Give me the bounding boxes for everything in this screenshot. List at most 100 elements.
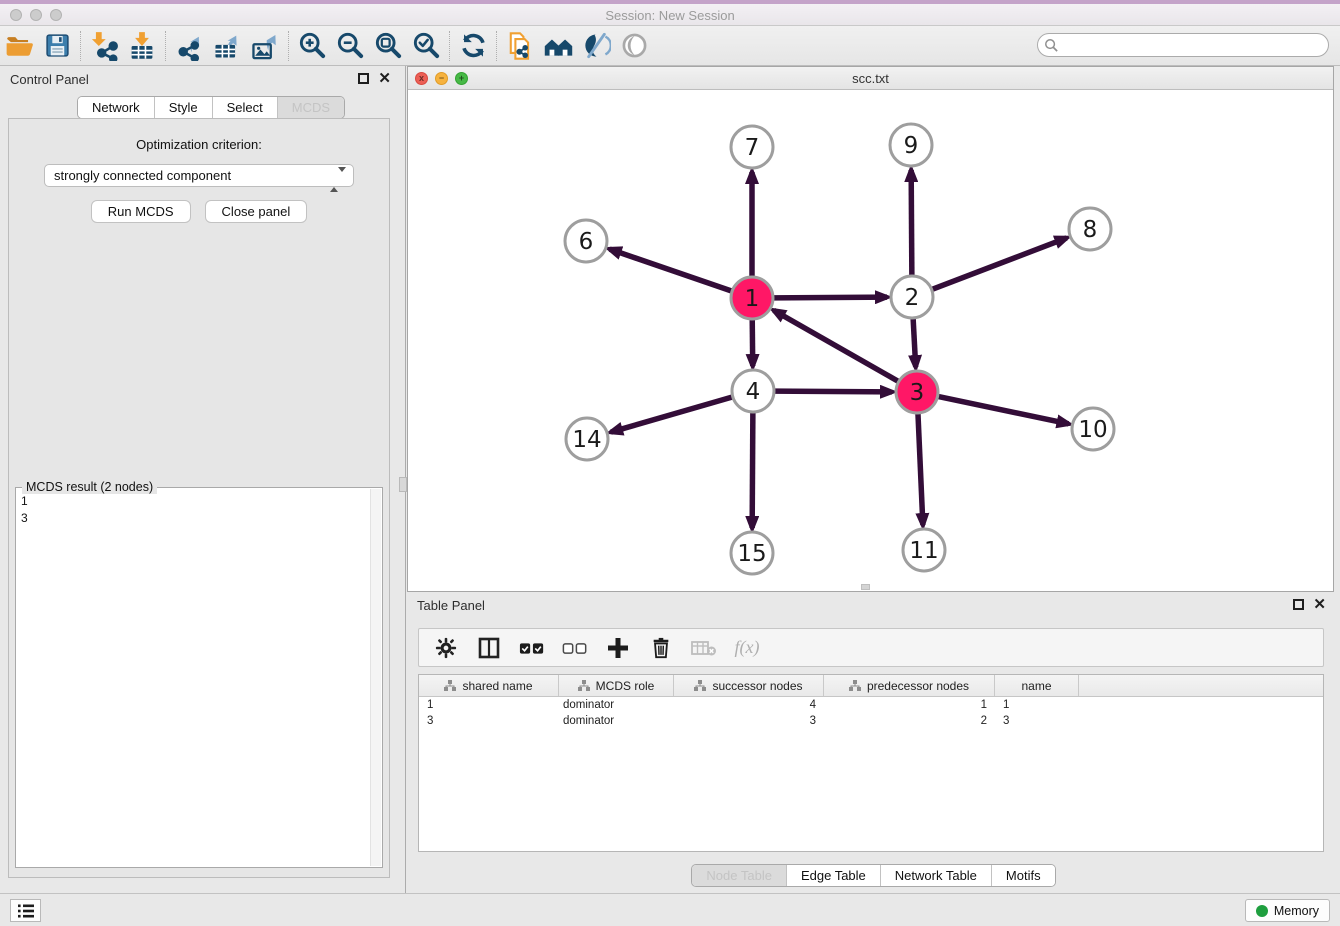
graph-edge-1-2[interactable] — [774, 297, 887, 298]
cell-mcds-role: dominator — [559, 715, 674, 727]
zoom-out-button[interactable] — [331, 29, 369, 63]
zoom-out-icon — [336, 31, 365, 60]
close-panel-icon[interactable]: ✕ — [378, 73, 391, 84]
float-panel-icon[interactable] — [358, 73, 369, 84]
attribute-icon — [694, 680, 706, 692]
main-toolbar — [0, 26, 1340, 66]
deselect-all-button[interactable] — [558, 633, 592, 663]
graph-edge-3-1[interactable] — [774, 310, 898, 381]
close-table-panel-icon[interactable]: ✕ — [1313, 599, 1326, 610]
clone-network-button[interactable] — [501, 29, 539, 63]
add-column-button[interactable] — [601, 633, 635, 663]
mcds-result-text[interactable]: 1 3 — [18, 490, 369, 865]
search-field[interactable] — [1037, 33, 1329, 57]
table-row[interactable]: 3 dominator 3 2 3 — [419, 713, 1323, 729]
tab-node-table[interactable]: Node Table — [692, 865, 786, 886]
network-overview-button[interactable] — [539, 29, 577, 63]
canvas-hscroll-thumb[interactable] — [861, 584, 870, 590]
graph-edge-3-11[interactable] — [918, 414, 923, 525]
titlebar: Session: New Session — [0, 0, 1340, 26]
zoom-fit-button[interactable] — [369, 29, 407, 63]
show-hide-button[interactable] — [615, 29, 653, 63]
graph-edge-2-8[interactable] — [933, 238, 1067, 289]
tab-motifs[interactable]: Motifs — [991, 865, 1055, 886]
fx-icon: f(x) — [735, 637, 760, 658]
column-header[interactable]: predecessor nodes — [824, 675, 995, 696]
network-graph: 7968124314101511 — [408, 91, 1333, 591]
toolbar-divider — [165, 31, 166, 61]
network-canvas[interactable]: 7968124314101511 — [408, 91, 1333, 591]
tab-network-table[interactable]: Network Table — [880, 865, 991, 886]
attribute-icon — [849, 680, 861, 692]
network-window-titlebar[interactable]: x − + scc.txt — [408, 67, 1333, 90]
criterion-select[interactable]: strongly connected component — [44, 164, 354, 187]
tab-style[interactable]: Style — [154, 97, 212, 118]
save-session-button[interactable] — [38, 29, 76, 63]
control-panel: Control Panel ✕ Network Style Select MCD… — [0, 66, 406, 893]
import-network-button[interactable] — [85, 29, 123, 63]
column-header[interactable]: shared name — [419, 675, 559, 696]
column-header[interactable]: successor nodes — [674, 675, 824, 696]
result-scrollbar[interactable] — [370, 489, 381, 866]
graph-edge-3-10[interactable] — [939, 397, 1069, 424]
close-panel-button[interactable]: Close panel — [205, 200, 308, 223]
import-table-button[interactable] — [123, 29, 161, 63]
mcds-result-box: MCDS result (2 nodes) 1 3 — [15, 487, 383, 868]
delete-table-icon — [691, 635, 717, 661]
tab-network[interactable]: Network — [78, 97, 154, 118]
memory-button[interactable]: Memory — [1245, 899, 1330, 922]
select-all-button[interactable] — [515, 633, 549, 663]
table-settings-button[interactable] — [429, 633, 463, 663]
graph-edge-4-15[interactable] — [752, 413, 753, 528]
table-toolbar: f(x) — [418, 628, 1324, 667]
checked-boxes-icon — [519, 635, 545, 661]
style-visibility-button[interactable] — [577, 29, 615, 63]
apply-layout-button[interactable] — [454, 29, 492, 63]
show-columns-button[interactable] — [472, 633, 506, 663]
table-panel: Table Panel ✕ — [407, 592, 1340, 893]
mcds-panel: Optimization criterion: strongly connect… — [8, 118, 390, 878]
zoom-in-button[interactable] — [293, 29, 331, 63]
graph-edge-1-6[interactable] — [610, 249, 732, 291]
show-panels-button[interactable] — [10, 899, 41, 922]
export-network-button[interactable] — [170, 29, 208, 63]
export-table-button[interactable] — [208, 29, 246, 63]
node-table[interactable]: shared name MCDS role successor nodes pr… — [418, 674, 1324, 852]
plus-icon — [607, 637, 629, 659]
graph-node-label: 1 — [745, 286, 760, 312]
tab-mcds[interactable]: MCDS — [277, 97, 344, 118]
graph-edge-2-9[interactable] — [911, 170, 912, 275]
export-table-icon — [212, 31, 242, 61]
eye-icon — [620, 31, 649, 60]
graph-edge-4-3[interactable] — [775, 391, 892, 392]
columns-icon — [477, 636, 501, 660]
optimization-criterion-label: Optimization criterion: — [9, 137, 389, 152]
graph-node-label: 7 — [745, 135, 760, 161]
graph-edge-2-3[interactable] — [913, 319, 916, 367]
save-icon — [44, 32, 71, 59]
tab-select[interactable]: Select — [212, 97, 277, 118]
panel-splitter-handle[interactable] — [399, 477, 407, 492]
homes-icon — [543, 30, 574, 61]
delete-column-button[interactable] — [644, 633, 678, 663]
graph-node-label: 2 — [905, 285, 920, 311]
delete-table-button[interactable] — [687, 633, 721, 663]
graph-edge-4-14[interactable] — [611, 397, 732, 432]
table-row[interactable]: 1 dominator 4 1 1 — [419, 697, 1323, 713]
run-mcds-button[interactable]: Run MCDS — [91, 200, 191, 223]
zoom-selected-button[interactable] — [407, 29, 445, 63]
float-table-panel-icon[interactable] — [1293, 599, 1304, 610]
function-builder-button[interactable]: f(x) — [730, 633, 764, 663]
table-panel-title: Table Panel — [417, 598, 485, 613]
open-session-button[interactable] — [0, 29, 38, 63]
search-input[interactable] — [1059, 36, 1328, 54]
graph-node-label: 15 — [737, 541, 766, 567]
export-image-button[interactable] — [246, 29, 284, 63]
refresh-icon — [459, 31, 488, 60]
zoom-selected-icon — [412, 31, 441, 60]
cell-name: 3 — [995, 715, 1079, 727]
cell-shared-name: 3 — [419, 715, 559, 727]
tab-edge-table[interactable]: Edge Table — [786, 865, 880, 886]
column-header[interactable]: name — [995, 675, 1079, 696]
column-header[interactable]: MCDS role — [559, 675, 674, 696]
